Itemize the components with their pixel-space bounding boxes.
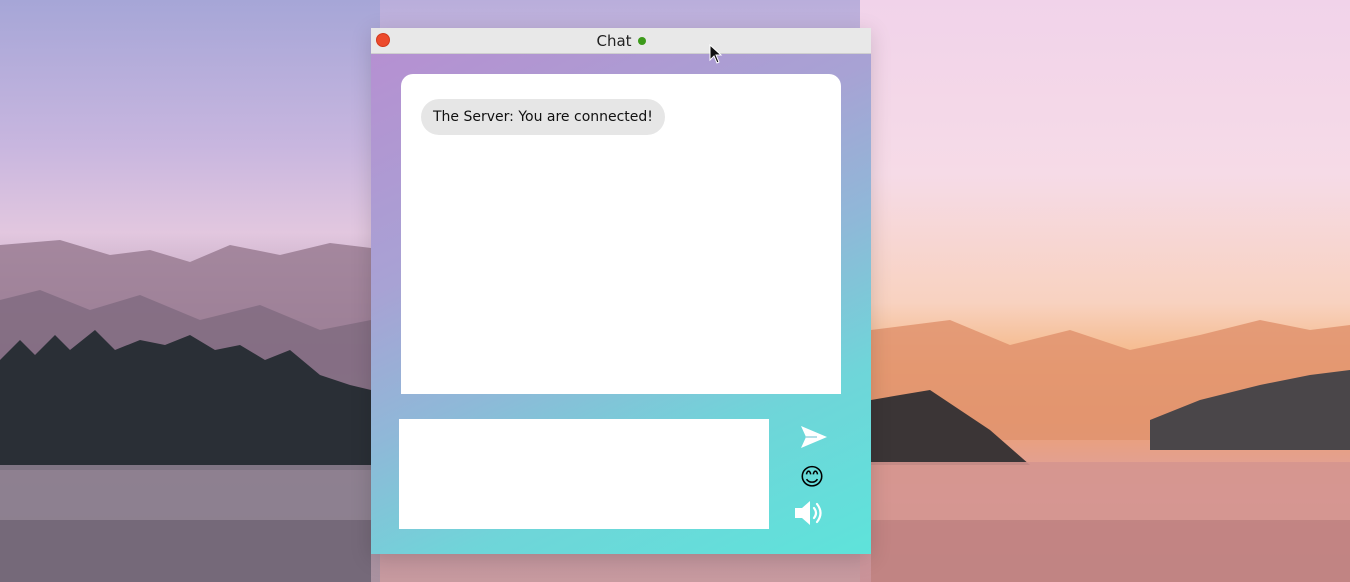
mouse-cursor-icon xyxy=(709,44,723,64)
send-button[interactable] xyxy=(799,422,829,452)
connection-status-dot xyxy=(637,36,646,45)
send-icon xyxy=(801,426,827,448)
window-title: Chat xyxy=(596,31,632,50)
title-bar[interactable]: Chat xyxy=(371,28,871,54)
close-button[interactable] xyxy=(376,33,390,47)
emoji-icon: 😊 xyxy=(799,463,825,491)
sound-toggle-button[interactable] xyxy=(793,498,827,528)
message-list[interactable]: The Server: You are connected! xyxy=(401,74,841,394)
message-bubble: The Server: You are connected! xyxy=(421,99,665,135)
chat-window: Chat The Server: You are connected! 😊 xyxy=(371,28,871,554)
message-input[interactable] xyxy=(399,419,769,529)
speaker-icon xyxy=(795,501,822,525)
emoji-button[interactable]: 😊 xyxy=(797,462,827,492)
